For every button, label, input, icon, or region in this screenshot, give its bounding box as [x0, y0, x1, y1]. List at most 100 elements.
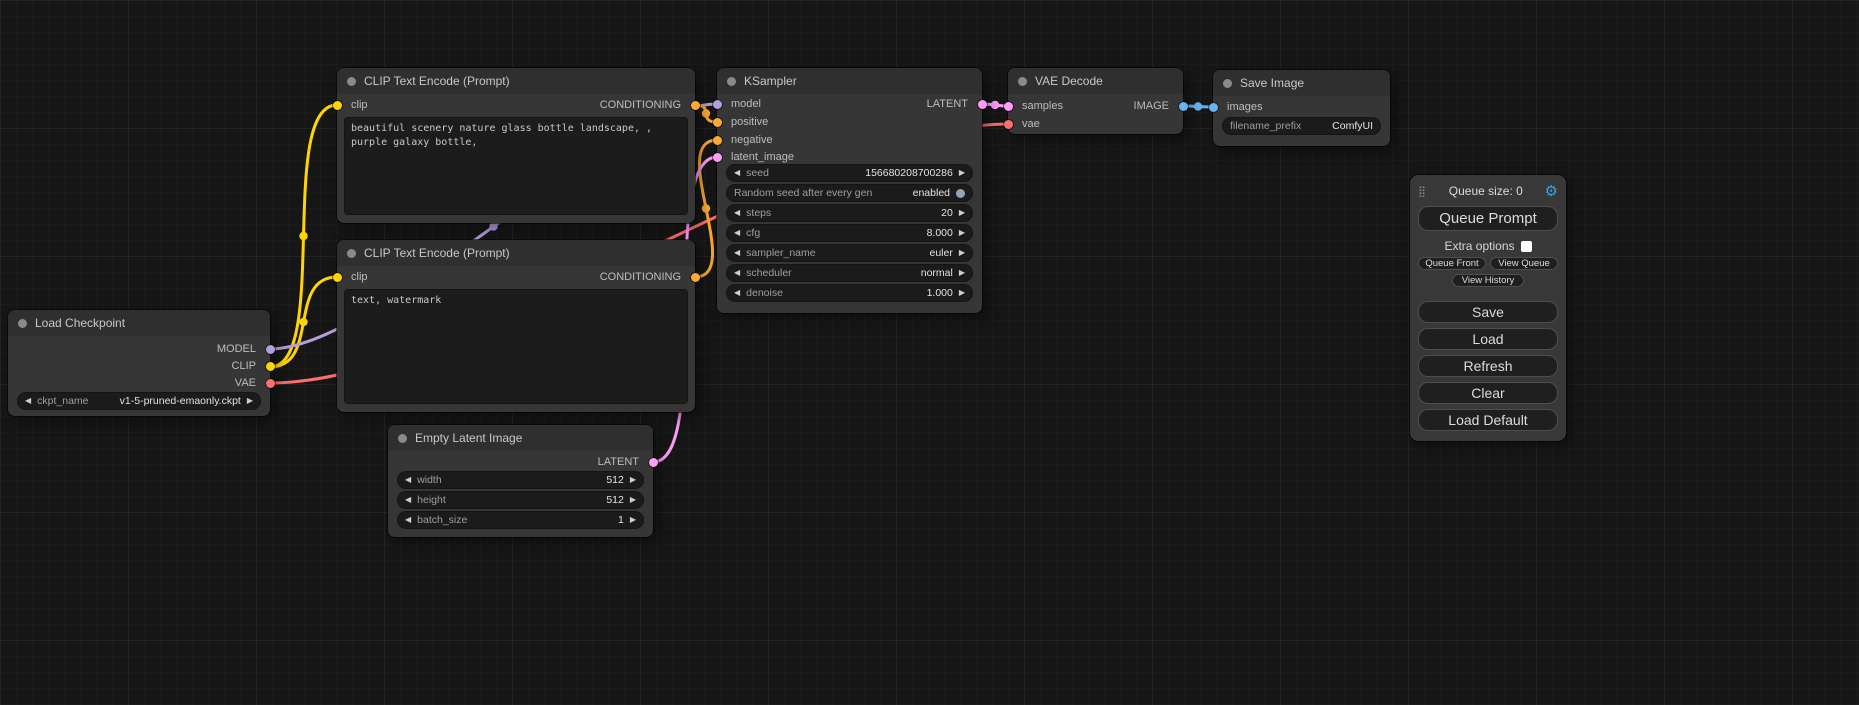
load-button[interactable]: Load	[1418, 328, 1558, 350]
next-value-arrow-icon[interactable]: ▶	[959, 249, 965, 257]
widget-label: cfg	[746, 227, 760, 239]
latent-output-slot[interactable]	[649, 458, 658, 467]
denoise-widget[interactable]: ◀ denoise 1.000 ▶	[727, 285, 972, 301]
random-seed-toggle-widget[interactable]: Random seed after every gen enabled	[727, 185, 972, 201]
decrement-arrow-icon[interactable]: ◀	[734, 229, 740, 237]
link-midpoint-dot	[991, 101, 999, 109]
queue-front-button[interactable]: Queue Front	[1418, 257, 1486, 270]
cfg-widget[interactable]: ◀ cfg 8.000 ▶	[727, 225, 972, 241]
decrement-arrow-icon[interactable]: ◀	[734, 289, 740, 297]
next-value-arrow-icon[interactable]: ▶	[959, 269, 965, 277]
height-widget[interactable]: ◀ height 512 ▶	[398, 492, 643, 508]
widget-label: denoise	[746, 287, 783, 299]
node-title-bar[interactable]: CLIP Text Encode (Prompt)	[337, 240, 695, 266]
vae-input-slot[interactable]	[1004, 120, 1013, 129]
vae-output-slot[interactable]	[266, 379, 275, 388]
next-value-arrow-icon[interactable]: ▶	[247, 397, 253, 405]
collapse-dot-icon[interactable]	[1018, 77, 1027, 86]
clip-input-slot[interactable]	[333, 101, 342, 110]
node-empty-latent-image[interactable]: Empty Latent Image LATENT ◀ width 512 ▶ …	[388, 425, 653, 537]
sampler-name-widget[interactable]: ◀ sampler_name euler ▶	[727, 245, 972, 261]
link-midpoint-dot	[702, 109, 710, 117]
node-title-bar[interactable]: Load Checkpoint	[8, 310, 270, 336]
conditioning-output-slot[interactable]	[691, 101, 700, 110]
prev-value-arrow-icon[interactable]: ◀	[25, 397, 31, 405]
widget-label: sampler_name	[746, 247, 815, 259]
ckpt-name-widget[interactable]: ◀ ckpt_name v1-5-pruned-emaonly.ckpt ▶	[18, 393, 260, 409]
node-clip-text-encode-negative[interactable]: CLIP Text Encode (Prompt) clip CONDITION…	[337, 240, 695, 412]
clear-button[interactable]: Clear	[1418, 382, 1558, 404]
node-load-checkpoint[interactable]: Load Checkpoint MODEL CLIP VAE ◀ ckpt_na…	[8, 310, 270, 416]
output-label: CONDITIONING	[600, 271, 681, 283]
collapse-dot-icon[interactable]	[398, 434, 407, 443]
collapse-dot-icon[interactable]	[347, 77, 356, 86]
filename-prefix-widget[interactable]: filename_prefix ComfyUI	[1223, 118, 1380, 134]
save-button[interactable]: Save	[1418, 301, 1558, 323]
queue-prompt-button[interactable]: Queue Prompt	[1418, 206, 1558, 231]
clip-input-slot[interactable]	[333, 273, 342, 282]
prompt-textarea[interactable]: text, watermark	[345, 290, 687, 403]
node-save-image[interactable]: Save Image images filename_prefix ComfyU…	[1213, 70, 1390, 146]
seed-widget[interactable]: ◀ seed 156680208700286 ▶	[727, 165, 972, 181]
steps-widget[interactable]: ◀ steps 20 ▶	[727, 205, 972, 221]
refresh-button[interactable]: Refresh	[1418, 355, 1558, 377]
image-output-slot[interactable]	[1179, 102, 1188, 111]
increment-arrow-icon[interactable]: ▶	[630, 476, 636, 484]
decrement-arrow-icon[interactable]: ◀	[734, 209, 740, 217]
scheduler-widget[interactable]: ◀ scheduler normal ▶	[727, 265, 972, 281]
gear-icon[interactable]: ⚙	[1545, 184, 1558, 199]
increment-arrow-icon[interactable]: ▶	[959, 169, 965, 177]
drag-handle-icon[interactable]: ⣿	[1418, 185, 1427, 198]
node-title-bar[interactable]: CLIP Text Encode (Prompt)	[337, 68, 695, 94]
conditioning-output-slot[interactable]	[691, 273, 700, 282]
positive-input-slot[interactable]	[713, 118, 722, 127]
toggle-dot-icon[interactable]	[956, 189, 965, 198]
increment-arrow-icon[interactable]: ▶	[630, 516, 636, 524]
decrement-arrow-icon[interactable]: ◀	[405, 496, 411, 504]
collapse-dot-icon[interactable]	[1223, 79, 1232, 88]
extra-options-checkbox[interactable]	[1521, 241, 1532, 252]
node-title-bar[interactable]: KSampler	[717, 68, 982, 94]
node-title: Save Image	[1240, 76, 1304, 90]
collapse-dot-icon[interactable]	[727, 77, 736, 86]
node-clip-text-encode-positive[interactable]: CLIP Text Encode (Prompt) clip CONDITION…	[337, 68, 695, 223]
view-queue-button[interactable]: View Queue	[1490, 257, 1558, 270]
model-output-slot[interactable]	[266, 345, 275, 354]
load-default-button[interactable]: Load Default	[1418, 409, 1558, 431]
widget-value: normal	[921, 267, 953, 279]
batch-size-widget[interactable]: ◀ batch_size 1 ▶	[398, 512, 643, 528]
node-title-bar[interactable]: VAE Decode	[1008, 68, 1183, 94]
clip-output-slot[interactable]	[266, 362, 275, 371]
node-title-bar[interactable]: Save Image	[1213, 70, 1390, 96]
node-ksampler[interactable]: KSampler model LATENT positive negative …	[717, 68, 982, 313]
images-input-slot[interactable]	[1209, 103, 1218, 112]
latent-image-input-slot[interactable]	[713, 153, 722, 162]
node-title-bar[interactable]: Empty Latent Image	[388, 425, 653, 451]
link-midpoint-dot	[489, 222, 497, 230]
node-title: KSampler	[744, 74, 797, 88]
negative-input-slot[interactable]	[713, 136, 722, 145]
output-label: CLIP	[232, 360, 256, 372]
model-input-slot[interactable]	[713, 100, 722, 109]
decrement-arrow-icon[interactable]: ◀	[405, 476, 411, 484]
prev-value-arrow-icon[interactable]: ◀	[734, 249, 740, 257]
decrement-arrow-icon[interactable]: ◀	[405, 516, 411, 524]
widget-value: 512	[606, 474, 624, 486]
collapse-dot-icon[interactable]	[18, 319, 27, 328]
collapse-dot-icon[interactable]	[347, 249, 356, 258]
output-label: CONDITIONING	[600, 99, 681, 111]
latent-output-slot[interactable]	[978, 100, 987, 109]
view-history-button[interactable]: View History	[1452, 274, 1524, 287]
width-widget[interactable]: ◀ width 512 ▶	[398, 472, 643, 488]
samples-input-slot[interactable]	[1004, 102, 1013, 111]
output-row-vae: VAE	[8, 374, 270, 392]
node-vae-decode[interactable]: VAE Decode samples IMAGE vae	[1008, 68, 1183, 134]
input-label: model	[731, 98, 761, 110]
decrement-arrow-icon[interactable]: ◀	[734, 169, 740, 177]
prompt-textarea[interactable]: beautiful scenery nature glass bottle la…	[345, 118, 687, 214]
increment-arrow-icon[interactable]: ▶	[959, 209, 965, 217]
increment-arrow-icon[interactable]: ▶	[630, 496, 636, 504]
increment-arrow-icon[interactable]: ▶	[959, 289, 965, 297]
prev-value-arrow-icon[interactable]: ◀	[734, 269, 740, 277]
increment-arrow-icon[interactable]: ▶	[959, 229, 965, 237]
